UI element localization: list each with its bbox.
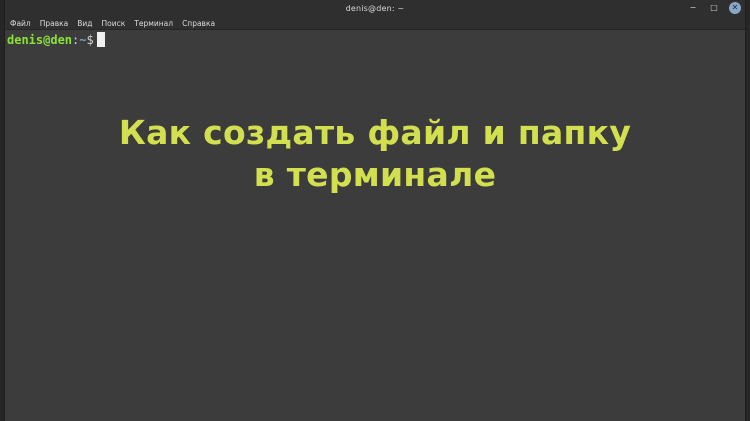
prompt-line: denis@den: ~ $ [7, 32, 105, 47]
terminal-window: denis@den: ~ − □ ✕ Файл Правка Вид Поиск… [4, 0, 746, 421]
menu-file[interactable]: Файл [10, 19, 31, 28]
minimize-icon[interactable]: − [687, 2, 699, 14]
menu-edit[interactable]: Правка [40, 19, 69, 28]
menu-search[interactable]: Поиск [102, 19, 126, 28]
menubar: Файл Правка Вид Поиск Терминал Справка [5, 17, 745, 30]
text-cursor [96, 32, 105, 47]
overlay-headline: Как создать файл и папку в терминале [5, 112, 745, 196]
window-controls: − □ ✕ [687, 2, 741, 14]
desktop: denis@den: ~ − □ ✕ Файл Правка Вид Поиск… [0, 0, 750, 421]
menu-view[interactable]: Вид [77, 19, 92, 28]
titlebar[interactable]: denis@den: ~ − □ ✕ [5, 0, 745, 17]
window-title: denis@den: ~ [345, 4, 405, 13]
prompt-symbol: $ [86, 32, 94, 47]
prompt-user-host: denis@den [7, 32, 73, 47]
headline-line-1: Как создать файл и папку [118, 113, 632, 152]
prompt-path: ~ [79, 32, 87, 47]
close-icon[interactable]: ✕ [729, 2, 741, 14]
prompt-separator: : [72, 32, 80, 47]
menu-help[interactable]: Справка [182, 19, 215, 28]
headline-line-2: в терминале [253, 155, 497, 194]
terminal-area[interactable]: denis@den: ~ $ Как создать файл и папку в … [5, 30, 745, 421]
maximize-icon[interactable]: □ [708, 2, 720, 14]
menu-terminal[interactable]: Терминал [134, 19, 173, 28]
